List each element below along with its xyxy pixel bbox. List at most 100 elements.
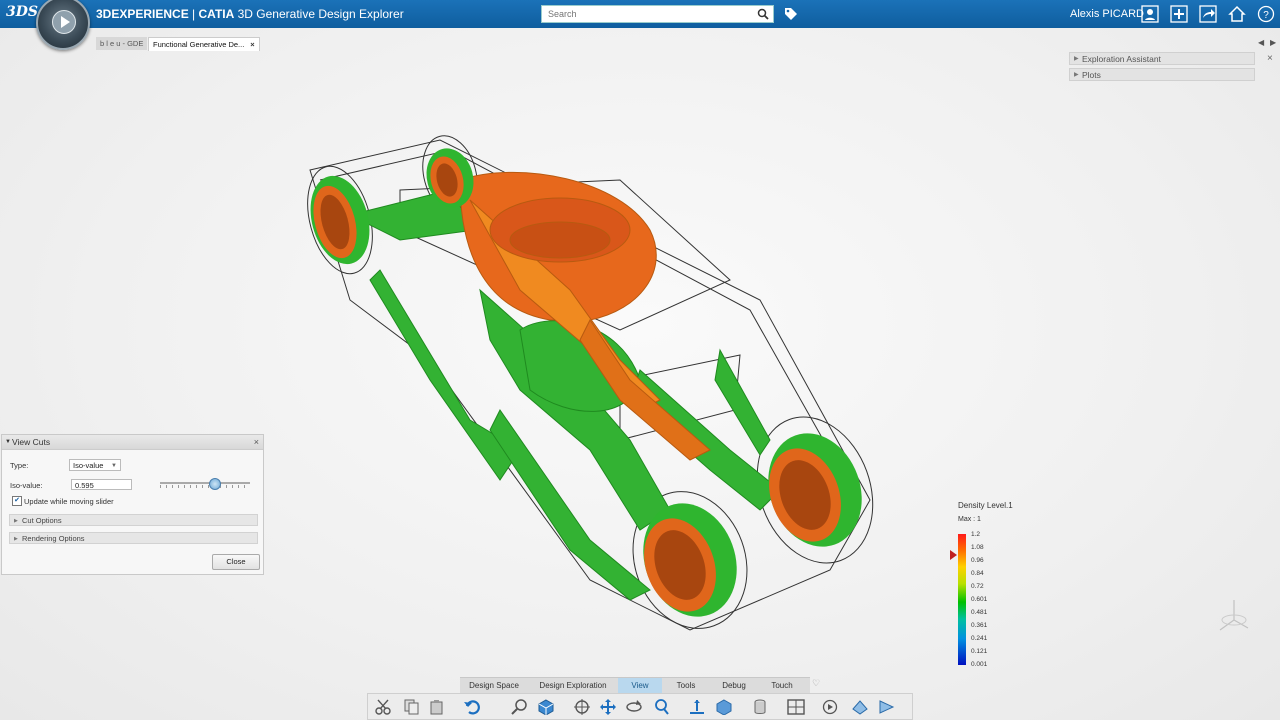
tab-debug[interactable]: Debug [712, 678, 756, 693]
type-label: Type: [10, 461, 29, 470]
tab-label: Functional Generative De... [153, 40, 245, 49]
legend-tick-label: 1.2 [971, 531, 981, 538]
legend-tick-label: 0.96 [971, 557, 984, 564]
title-app: 3D Generative Design Explorer [234, 7, 404, 21]
zoom-area-icon[interactable] [511, 699, 529, 715]
tab-tools[interactable]: Tools [666, 678, 706, 693]
section-icon[interactable] [851, 699, 869, 715]
expand-icon: ▶ [1074, 56, 1079, 62]
panel-plots[interactable]: ▶ Plots [1069, 68, 1255, 81]
layout-icon[interactable] [787, 699, 805, 715]
3d-model-viewport[interactable] [290, 120, 910, 640]
legend-marker-icon[interactable] [950, 550, 957, 560]
legend-tick-label: 0.361 [971, 622, 988, 629]
legend-tick-label: 0.121 [971, 648, 988, 655]
iso-value-slider[interactable] [160, 478, 250, 490]
robot-compass-icon[interactable] [1214, 596, 1254, 636]
home-icon[interactable] [1228, 5, 1246, 23]
pan-icon[interactable] [599, 699, 617, 715]
legend-color-bar [958, 534, 966, 665]
legend-tick-label: 0.001 [971, 661, 988, 668]
panel-exploration-assistant[interactable]: ▶ Exploration Assistant [1069, 52, 1255, 65]
legend-max: Max : 1 [958, 516, 981, 523]
search-box[interactable] [541, 5, 774, 23]
section-label: Rendering Options [22, 534, 85, 543]
update-checkbox[interactable]: ✔ [12, 496, 22, 506]
tag-icon[interactable] [784, 7, 798, 21]
legend-tick-label: 0.84 [971, 570, 984, 577]
expand-icon: ▶ [1074, 72, 1079, 78]
cylinder-icon[interactable] [751, 699, 769, 715]
title-separator: | [188, 7, 199, 21]
action-bar-tabs: Design Space Design Exploration View Too… [460, 677, 810, 693]
tab-strip: b l e u - GDE Functional Generative De..… [0, 36, 1280, 51]
render-style-icon[interactable] [715, 699, 733, 715]
slider-track [160, 482, 250, 484]
chevron-down-icon: ▼ [111, 463, 117, 469]
tab-close-icon[interactable]: × [250, 38, 254, 51]
view-cuts-title: View Cuts [12, 437, 51, 447]
tab-touch[interactable]: Touch [760, 678, 804, 693]
undo-icon[interactable] [463, 699, 481, 715]
panel-label: Exploration Assistant [1082, 54, 1161, 64]
title-app-bold: CATIA [198, 7, 235, 21]
tab-label: Tools [676, 681, 696, 690]
rendering-options-section[interactable]: ▶ Rendering Options [9, 532, 258, 544]
zoom-icon[interactable] [653, 699, 671, 715]
tab-scroll-right-icon[interactable]: ▶ [1270, 38, 1276, 47]
tab-label: Debug [722, 681, 746, 690]
search-icon[interactable] [757, 8, 769, 20]
tab-label: b l e u - GDE [100, 39, 144, 48]
expand-icon: ▶ [14, 518, 18, 524]
tab-label: View [631, 681, 649, 690]
view-cuts-panel: ▼ View Cuts × Type: Iso-value ▼ Iso-value… [1, 434, 264, 575]
legend-title: Density Level.1 [958, 501, 1013, 510]
help-icon[interactable]: ? [1257, 5, 1275, 23]
add-icon[interactable] [1170, 5, 1188, 23]
slider-ticks [160, 485, 250, 488]
panel-label: Plots [1082, 70, 1101, 80]
tab-view[interactable]: View [618, 678, 662, 693]
normal-view-icon[interactable] [688, 699, 706, 715]
iso-value-input[interactable]: 0.595 [71, 479, 132, 490]
update-label: Update while moving slider [24, 497, 114, 506]
app-title: 3DEXPERIENCE | CATIA 3D Generative Desig… [96, 7, 404, 21]
rotate-icon[interactable] [625, 699, 643, 715]
legend-tick-label: 0.601 [971, 596, 988, 603]
panel-close-icon[interactable]: × [1267, 53, 1273, 64]
paste-icon[interactable] [428, 699, 446, 715]
share-icon[interactable] [1199, 5, 1217, 23]
legend-tick-label: 1.08 [971, 544, 984, 551]
title-brand: 3DEXPERIENCE [96, 7, 189, 21]
cut-options-section[interactable]: ▶ Cut Options [9, 514, 258, 526]
user-name[interactable]: Alexis PICARD [1070, 8, 1144, 20]
user-profile-icon[interactable] [1141, 5, 1159, 23]
tab-design-exploration[interactable]: Design Exploration [532, 678, 614, 693]
iso-value-label: Iso-value: [10, 481, 43, 490]
compass-play-icon[interactable] [52, 10, 76, 34]
ds-logo-icon[interactable]: 3DS [6, 4, 38, 24]
tab-bleu-gde[interactable]: b l e u - GDE [96, 37, 148, 50]
view-cuts-header[interactable]: ▼ View Cuts × [2, 435, 263, 450]
more-tabs-icon[interactable]: ♡ [812, 678, 820, 689]
tab-scroll-left-icon[interactable]: ◀ [1258, 38, 1264, 47]
play-icon[interactable] [821, 699, 839, 715]
type-value: Iso-value [73, 461, 104, 470]
tab-label: Touch [771, 681, 793, 690]
tab-label: Design Space [469, 681, 519, 690]
close-button[interactable]: Close [212, 554, 260, 570]
legend-tick-label: 0.241 [971, 635, 988, 642]
tab-design-space[interactable]: Design Space [460, 678, 528, 693]
view-cut-icon[interactable] [878, 699, 896, 715]
close-icon[interactable]: × [254, 435, 259, 449]
collapse-icon[interactable]: ▼ [5, 435, 11, 449]
cut-icon[interactable] [374, 699, 392, 715]
section-label: Cut Options [22, 516, 62, 525]
type-select[interactable]: Iso-value ▼ [69, 459, 121, 471]
tab-functional-generative-design[interactable]: Functional Generative De... × [148, 37, 260, 51]
search-input[interactable] [542, 6, 754, 22]
slider-handle[interactable] [208, 478, 221, 490]
view-cube-icon[interactable] [537, 699, 555, 715]
copy-icon[interactable] [402, 699, 420, 715]
center-icon[interactable] [573, 699, 591, 715]
